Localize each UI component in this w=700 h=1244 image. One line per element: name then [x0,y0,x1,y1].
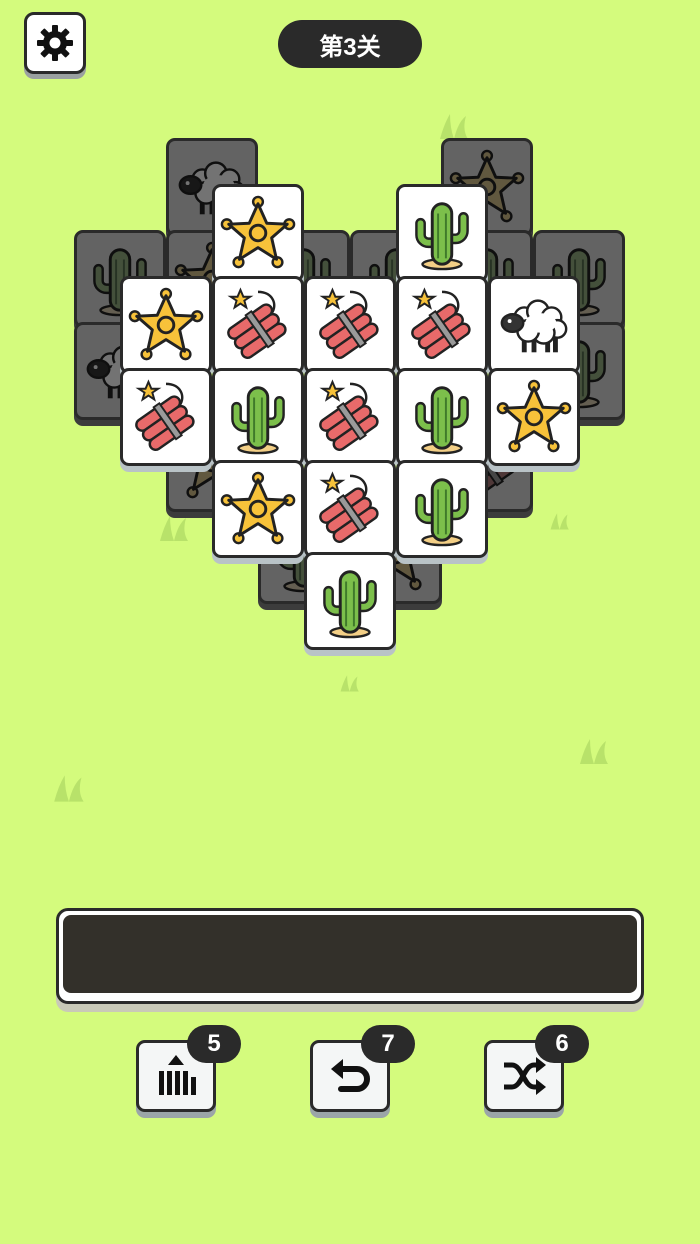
tile-tray [56,908,644,1004]
shuffle-count: 6 [535,1025,589,1063]
shuffle-button[interactable]: 6 [484,1025,589,1112]
tile-dynamite[interactable] [396,276,488,374]
dynamite-icon [227,287,287,360]
tile-cactus[interactable] [212,368,304,466]
star-icon [128,287,204,361]
sheep-icon [500,299,568,353]
shuffle-icon [504,1057,546,1095]
cactus-icon [415,386,469,455]
tile-dynamite[interactable] [120,368,212,466]
star-icon [220,471,296,545]
move-out-button[interactable]: 5 [136,1025,241,1112]
dynamite-icon [319,379,379,452]
cactus-icon [415,478,469,547]
star-icon [220,195,296,269]
cactus-icon [415,202,469,271]
star-icon [496,379,572,453]
tile-star[interactable] [212,184,304,282]
move-out-count: 5 [187,1025,241,1063]
cactus-icon [323,570,377,639]
dynamite-icon [319,287,379,360]
undo-icon [331,1059,370,1092]
grass-decoration [580,739,608,764]
cactus-icon [231,386,285,455]
tile-cactus[interactable] [396,368,488,466]
tile-dynamite[interactable] [212,276,304,374]
tile-star[interactable] [120,276,212,374]
tile-cactus[interactable] [304,552,396,650]
tile-dynamite[interactable] [304,368,396,466]
tile-star[interactable] [488,368,580,466]
dynamite-icon [411,287,471,360]
undo-button[interactable]: 7 [310,1025,415,1112]
tile-sheep[interactable] [488,276,580,374]
grass-decoration [54,775,84,802]
tile-dynamite[interactable] [304,460,396,558]
tile-board [0,0,700,700]
tile-star[interactable] [212,460,304,558]
undo-count: 7 [361,1025,415,1063]
dynamite-icon [135,379,195,452]
tile-cactus[interactable] [396,184,488,282]
tile-dynamite[interactable] [304,276,396,374]
tray-slots [63,915,637,993]
dynamite-icon [319,471,379,544]
tile-cactus[interactable] [396,460,488,558]
